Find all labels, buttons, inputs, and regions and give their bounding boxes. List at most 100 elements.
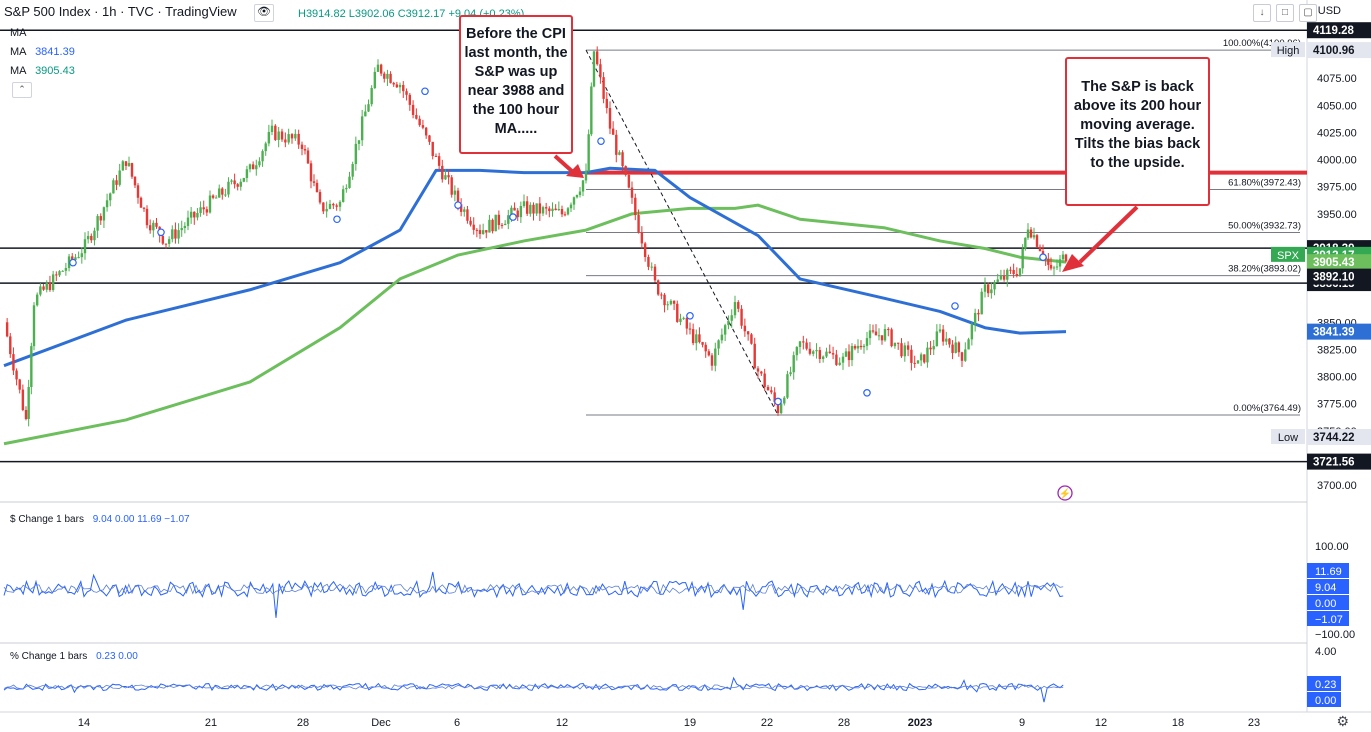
candle-body [916,360,920,364]
currency-label[interactable]: USD [1318,5,1341,17]
candle-body [1038,246,1042,252]
candle-body [183,225,187,229]
level-axis-label-text: 3721.56 [1313,457,1355,469]
candle-body [345,187,348,190]
candle-body [557,209,561,211]
candle-body [1018,268,1022,276]
candle-body [167,239,171,244]
candle-body [666,304,669,306]
candle-body [887,329,890,331]
pivot-marker [333,215,341,224]
candle-body [189,211,193,218]
x-tick-label: 2023 [908,717,932,729]
candle-body [277,131,280,140]
candle-body [341,189,345,202]
candle-body [214,197,218,199]
candle-body [660,294,663,296]
pivot-marker [1039,253,1047,262]
candle-body [650,266,653,268]
candle-body [39,286,42,295]
candle-body [941,329,945,342]
candle-body [267,132,271,144]
ma-legend-row-2[interactable]: MA 3841.39 [10,46,75,58]
candle-body [354,143,358,165]
candle-body [338,201,342,207]
symbol-title[interactable]: S&P 500 Index · 1h · TVC · TradingView [4,4,237,19]
candle-body [309,163,313,182]
candle-body [367,104,370,112]
candle-body [328,203,332,209]
ma-legend-row-3[interactable]: MA 3905.43 [10,65,75,77]
annotation-200ma-note[interactable]: The S&P is back above its 200 hour movin… [1065,57,1210,206]
y-tick-label: 3700.00 [1317,480,1357,492]
candle-body [1026,229,1030,238]
candle-body [960,352,964,361]
candle-body [815,350,818,352]
pct-change-legend[interactable]: % Change 1 bars 0.23 0.00 [10,651,138,662]
candle-body [208,195,212,213]
candle-body [986,284,990,294]
scroll-down-button[interactable]: ↓ [1253,4,1271,22]
candle-body [32,305,36,347]
candle-body [415,114,418,119]
candle-body [322,202,325,212]
candle-body [105,200,109,208]
candle-body [906,345,910,350]
dollar-change-legend[interactable]: $ Change 1 bars 9.04 0.00 11.69 −1.07 [10,514,190,525]
ma-legend-row-1[interactable]: MA [10,27,32,39]
candle-body [572,197,576,205]
annotation-cpi-note[interactable]: Before the CPI last month, the S&P was u… [459,15,573,154]
candle-body [727,320,730,326]
candle-body [856,345,860,349]
pivot-marker [597,137,605,145]
candle-body [596,51,599,65]
maximize-button[interactable]: ▢ [1299,4,1317,22]
candle-body [682,317,685,319]
candle-body [303,149,307,151]
candle-body [274,125,277,140]
candle-body [996,279,999,282]
candle-body [139,197,143,208]
expand-button[interactable]: □ [1276,4,1294,22]
candle-body [608,108,612,129]
candle-body [221,188,224,195]
candle-body [740,308,743,326]
candle-body [64,268,68,271]
candle-body [880,335,884,341]
candle-body [532,204,535,214]
candle-body [750,334,753,344]
low-axis-label-text: 3744.22 [1313,432,1355,444]
candle-body [578,191,582,196]
candle-body [737,302,740,309]
candle-body [999,275,1003,280]
x-tick-label: Dec [371,717,391,729]
collapse-legend-button[interactable]: ⌃ [12,82,32,98]
candle-body [698,334,701,343]
candle-body [688,328,692,330]
candle-body [923,354,926,363]
candle-body [1012,269,1015,275]
gear-icon[interactable]: ⚙ [1336,713,1349,730]
pct-axis-label: 4.00 [1315,646,1336,658]
candle-body [485,230,488,233]
pct-axis-label: 0.00 [1315,695,1336,707]
candle-body [977,312,980,315]
candle-body [602,77,605,99]
eye-icon[interactable]: 👁 [254,4,274,22]
candle-body [618,152,621,155]
candle-body [102,207,106,221]
candle-body [874,331,878,336]
candle-body [428,135,431,142]
pct-axis-label: 0.23 [1315,679,1336,691]
y-tick-label: 4000.00 [1317,155,1357,167]
candle-body [152,222,155,231]
candle-body [990,289,993,294]
candle-body [395,84,399,88]
pivot-marker [454,201,462,209]
candle-body [421,125,425,128]
candle-body [180,228,183,231]
candle-body [441,165,444,180]
candle-body [245,169,249,179]
candle-body [756,368,760,372]
candle-body [379,64,383,74]
